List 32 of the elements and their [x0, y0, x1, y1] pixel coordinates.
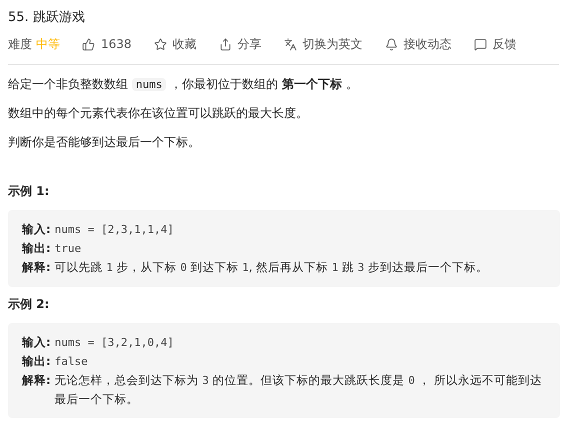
bell-icon	[384, 38, 398, 50]
star-icon	[154, 38, 167, 50]
description-paragraph: 给定一个非负整数数组 nums ，你最初位于数组的 第一个下标 。	[8, 76, 358, 93]
difficulty-label: 难度	[8, 36, 32, 53]
example-value: nums = [2,3,1,1,4]	[54, 222, 174, 238]
problem-title: 55. 跳跃游戏	[8, 9, 86, 27]
example-label: 输入:	[22, 221, 51, 238]
translate-icon	[284, 38, 297, 50]
example-heading: 示例 1:	[8, 183, 50, 200]
like-button[interactable]: 1638	[82, 35, 132, 53]
thumbs-up-icon	[82, 38, 95, 50]
share-icon	[218, 38, 232, 50]
difficulty-text: 中等	[36, 36, 60, 53]
speech-bubble-icon	[474, 38, 487, 50]
example-label: 输出:	[22, 240, 51, 257]
example-label: 输入:	[22, 334, 51, 351]
example-heading: 示例 2:	[8, 296, 50, 313]
star-button[interactable]: 收藏	[154, 35, 197, 53]
bell-button[interactable]: 接收动态	[384, 35, 452, 53]
feedback-button[interactable]: 反馈	[474, 35, 517, 53]
translate-button[interactable]: 切换为英文	[284, 35, 363, 53]
description-paragraph: 数组中的每个元素代表你在该位置可以跳跃的最大长度。	[8, 105, 308, 122]
example-value: nums = [3,2,1,0,4]	[54, 335, 174, 351]
share-button[interactable]: 分享	[218, 35, 262, 53]
example-label: 解释:	[22, 372, 51, 389]
example-value: true	[54, 241, 82, 257]
example-label: 解释:	[22, 259, 51, 276]
example-value: 无论怎样，总会到达下标为 3 的位置。但该下标的最大跳跃长度是 0 ， 所以永远不可能到达最后一个下标。	[54, 372, 544, 408]
example-value: false	[54, 354, 88, 370]
description-paragraph: 判断你是否能够到达最后一个下标。	[8, 134, 200, 151]
example-value: 可以先跳 1 步，从下标 0 到达下标 1, 然后再从下标 1 跳 3 步到达最后一个下标。	[54, 259, 488, 276]
example-label: 输出:	[22, 353, 51, 370]
